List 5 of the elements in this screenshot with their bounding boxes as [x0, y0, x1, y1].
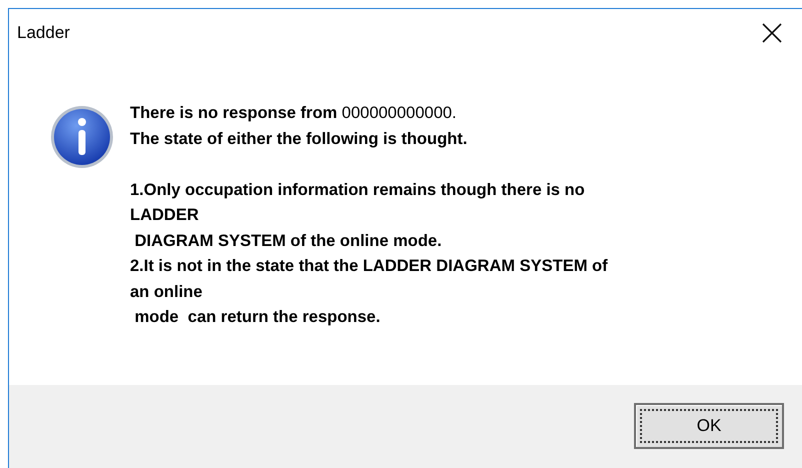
- info-icon: [50, 105, 114, 169]
- ok-button[interactable]: OK: [634, 402, 784, 448]
- close-icon: [761, 22, 783, 44]
- message-text: There is no response from 000000000000. The state of either the following is thought. 1.Only occupation information remains though there is no LADDER DIAGRAM SYSTEM of the online mode. 2.It is not in the state that the LADDER DIAGRAM SYSTEM of an online mode can return the response.: [130, 103, 608, 328]
- window-title: Ladder: [17, 23, 70, 43]
